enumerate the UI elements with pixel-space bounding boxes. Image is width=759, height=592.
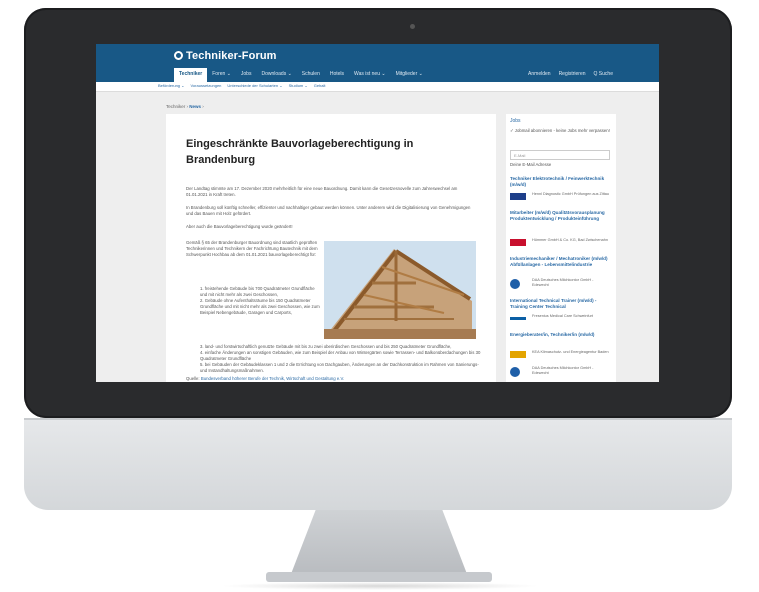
company-name: Hümmer GmbH & Co. KG, Bad Zwischenahn xyxy=(532,238,608,242)
nav-foren[interactable]: Foren ⌄ xyxy=(207,68,236,82)
screen: Techniker-Forum Techniker Foren ⌄ Jobs D… xyxy=(96,44,659,382)
subnav-studium[interactable]: Studium ⌄ xyxy=(289,83,308,88)
roof-construction-photo xyxy=(324,241,476,339)
job-title-5[interactable]: Energieberater/in, Techniker/in (m/w/d) xyxy=(510,332,612,338)
monitor-stand xyxy=(291,510,467,574)
monitor-foot xyxy=(266,572,492,582)
job-company-1: Hennl Diagnostic GmbH Prüfungen aus Zitt… xyxy=(510,192,612,202)
stand-shadow xyxy=(220,582,540,590)
company-name: DAA Deutsches Milchkontor GmbH - Edewech… xyxy=(532,366,594,375)
job-title-3[interactable]: Industriemechaniker / Mechatroniker (m/w… xyxy=(510,256,612,268)
company-name: KEA Klimaschutz- und Energieagentur Bade… xyxy=(532,350,609,354)
article: Eingeschränkte Bauvorlageberechtigung in… xyxy=(166,114,496,382)
sub-nav: Beförderung ⌄ Voraussetzungen Unterschie… xyxy=(96,82,659,92)
breadcrumb-root[interactable]: Techniker xyxy=(166,104,185,109)
roof-truss-illustration xyxy=(324,241,476,339)
job-title-2[interactable]: Mitarbeiter (m/w/d) Qualitätsvorausplanu… xyxy=(510,210,612,222)
article-title: Eingeschränkte Bauvorlageberechtigung in… xyxy=(186,138,414,166)
company-logo xyxy=(510,279,520,289)
jobmail-text: ✓ Jobmail abonnieren - keine Jobs mehr v… xyxy=(510,128,610,133)
gear-icon xyxy=(174,51,183,60)
webcam xyxy=(410,24,415,29)
article-source: Quelle: Bundesverband höherer Berufe der… xyxy=(186,376,486,382)
site-logo[interactable]: Techniker-Forum xyxy=(174,50,277,62)
company-logo xyxy=(510,239,526,246)
register-link[interactable]: Registrieren xyxy=(555,68,590,80)
breadcrumb-current[interactable]: News xyxy=(189,104,201,109)
company-logo xyxy=(510,193,526,200)
site-name: Techniker-Forum xyxy=(186,50,277,62)
company-logo xyxy=(510,351,526,358)
list-item: 2. Gebäude ohne Aufenthaltsräume bis 150… xyxy=(200,298,320,315)
job-company-2: Hümmer GmbH & Co. KG, Bad Zwischenahn xyxy=(510,238,612,248)
login-link[interactable]: Anmelden xyxy=(524,68,555,80)
jobs-sidebar: Jobs ✓ Jobmail abonnieren - keine Jobs m… xyxy=(506,114,616,382)
nav-hotels[interactable]: Hotels xyxy=(325,68,349,82)
list-item: 1. freistehende Gebäude bis 700 Quadratm… xyxy=(200,286,315,297)
subnav-voraussetzungen[interactable]: Voraussetzungen xyxy=(190,83,221,88)
job-company-5: KEA Klimaschutz- und Energieagentur Bade… xyxy=(510,350,612,360)
list-item: 5. bei Gebäuden der Gebäudeklassen 1 und… xyxy=(200,362,479,373)
chin-edge xyxy=(24,418,732,420)
article-paragraph-1: Der Landtag stimmte am 17. Dezember 2020… xyxy=(186,186,458,197)
subnav-befoerderung[interactable]: Beförderung ⌄ xyxy=(158,83,184,88)
list-item: 4. einfache Änderungen an sonstigen Gebä… xyxy=(200,350,481,361)
job-title-4[interactable]: International Technical Trainer (m/w/d) … xyxy=(510,298,612,310)
nav-mitglieder[interactable]: Mitglieder ⌄ xyxy=(391,68,428,82)
article-paragraph-4: Gemäß § 65 der Brandenburger Bauordnung … xyxy=(186,240,318,257)
user-nav: Anmelden Registrieren Q Suche xyxy=(524,68,617,80)
nav-whats-new[interactable]: Was ist neu ⌄ xyxy=(349,68,391,82)
breadcrumb-end: › xyxy=(201,104,204,109)
job-title-1[interactable]: Techniker Elektrotechnik / Feinwerktechn… xyxy=(510,176,612,188)
subnav-gehalt[interactable]: Gehalt xyxy=(314,83,326,88)
eligibility-list-long: 3. land- und forstwirtschaftlich genutzt… xyxy=(194,344,484,374)
breadcrumb: Techniker › News › xyxy=(166,104,204,109)
search-link[interactable]: Q Suche xyxy=(590,68,617,80)
company-name: DAA Deutsches Milchkontor GmbH - Edewech… xyxy=(532,278,594,287)
source-label: Quelle: xyxy=(186,376,200,381)
job-company-4: Fresenius Medical Care Schweinfurt xyxy=(510,314,612,324)
subnav-schularten[interactable]: Unterschiede der Schularten ⌄ xyxy=(227,83,282,88)
nav-jobs[interactable]: Jobs xyxy=(236,68,257,82)
sidebar-heading: Jobs xyxy=(510,118,521,124)
company-name: Fresenius Medical Care Schweinfurt xyxy=(532,314,593,318)
company-logo xyxy=(510,317,526,320)
email-label: Deine E-Mail Adresse xyxy=(510,162,552,167)
nav-schulen[interactable]: Schulen xyxy=(297,68,325,82)
site-header: Techniker-Forum Techniker Foren ⌄ Jobs D… xyxy=(96,44,659,83)
job-company-6: DAA Deutsches Milchkontor GmbH - Edewech… xyxy=(510,366,612,377)
article-paragraph-2: In Brandenburg soll künftig schneller, e… xyxy=(186,205,471,216)
monitor-chin xyxy=(24,418,732,510)
company-name: Hennl Diagnostic GmbH Prüfungen aus Zitt… xyxy=(532,192,610,196)
source-link[interactable]: Bundesverband höherer Berufe der Technik… xyxy=(201,376,344,381)
job-company-3: DAA Deutsches Milchkontor GmbH - Edewech… xyxy=(510,278,612,289)
company-logo xyxy=(510,367,520,377)
eligibility-list-short: 1. freistehende Gebäude bis 700 Quadratm… xyxy=(194,286,322,316)
main-nav: Techniker Foren ⌄ Jobs Downloads ⌄ Schul… xyxy=(174,68,428,82)
email-input[interactable]: E-Mail xyxy=(510,150,610,160)
article-paragraph-3: Aber auch die Bauvorlageberechtigung wur… xyxy=(186,224,293,229)
nav-downloads[interactable]: Downloads ⌄ xyxy=(256,68,296,82)
nav-techniker[interactable]: Techniker xyxy=(174,68,208,82)
